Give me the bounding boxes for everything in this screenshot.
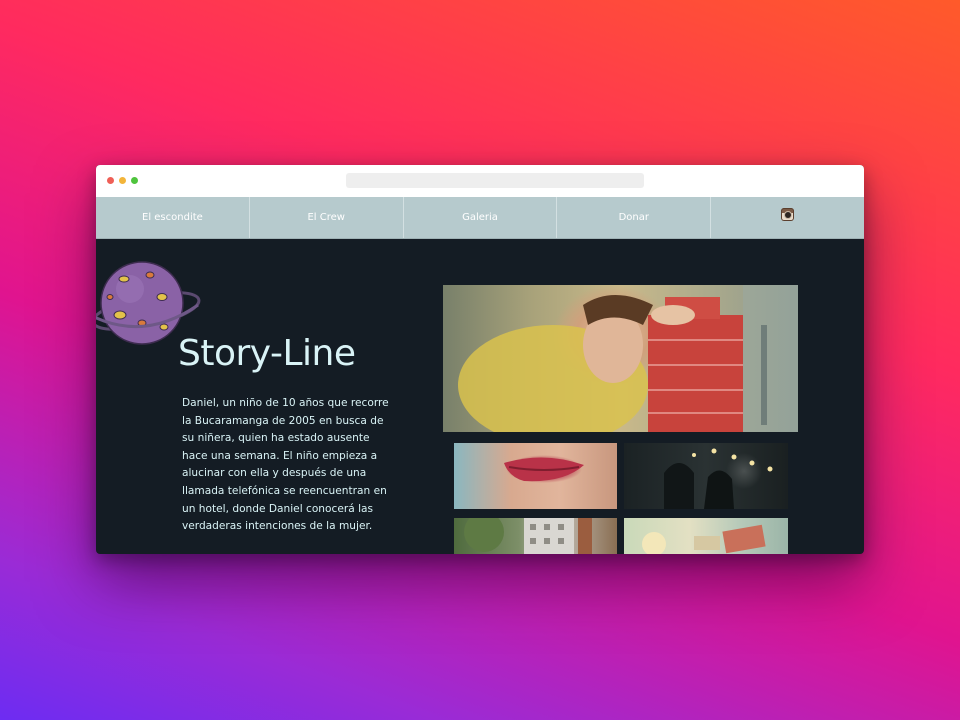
main-nav: El escondite El Crew Galeria Donar — [96, 197, 864, 239]
gallery-photo-night[interactable] — [624, 443, 788, 509]
browser-titlebar — [96, 165, 864, 197]
browser-window: El escondite El Crew Galeria Donar Story… — [96, 165, 864, 554]
hero-photo[interactable] — [443, 285, 798, 432]
nav-item-galeria[interactable]: Galeria — [404, 197, 558, 238]
gallery-photo-lips[interactable] — [454, 443, 617, 509]
close-window-button[interactable] — [107, 177, 114, 184]
page-title: Story-Line — [178, 333, 356, 374]
nav-item-el-crew[interactable]: El Crew — [250, 197, 404, 238]
gallery-photo-building[interactable] — [454, 518, 617, 554]
synopsis-text: Daniel, un niño de 10 años que recorre l… — [182, 397, 389, 533]
gallery-photo-table[interactable] — [624, 518, 788, 554]
address-bar[interactable] — [346, 173, 644, 188]
instagram-icon[interactable] — [781, 208, 795, 221]
story-section: Story-Line Daniel, un niño de 10 años qu… — [96, 239, 864, 554]
minimize-window-button[interactable] — [119, 177, 126, 184]
nav-item-el-escondite[interactable]: El escondite — [96, 197, 250, 238]
nav-item-donar[interactable]: Donar — [557, 197, 712, 238]
maximize-window-button[interactable] — [131, 177, 138, 184]
nav-item-instagram[interactable] — [711, 197, 864, 238]
